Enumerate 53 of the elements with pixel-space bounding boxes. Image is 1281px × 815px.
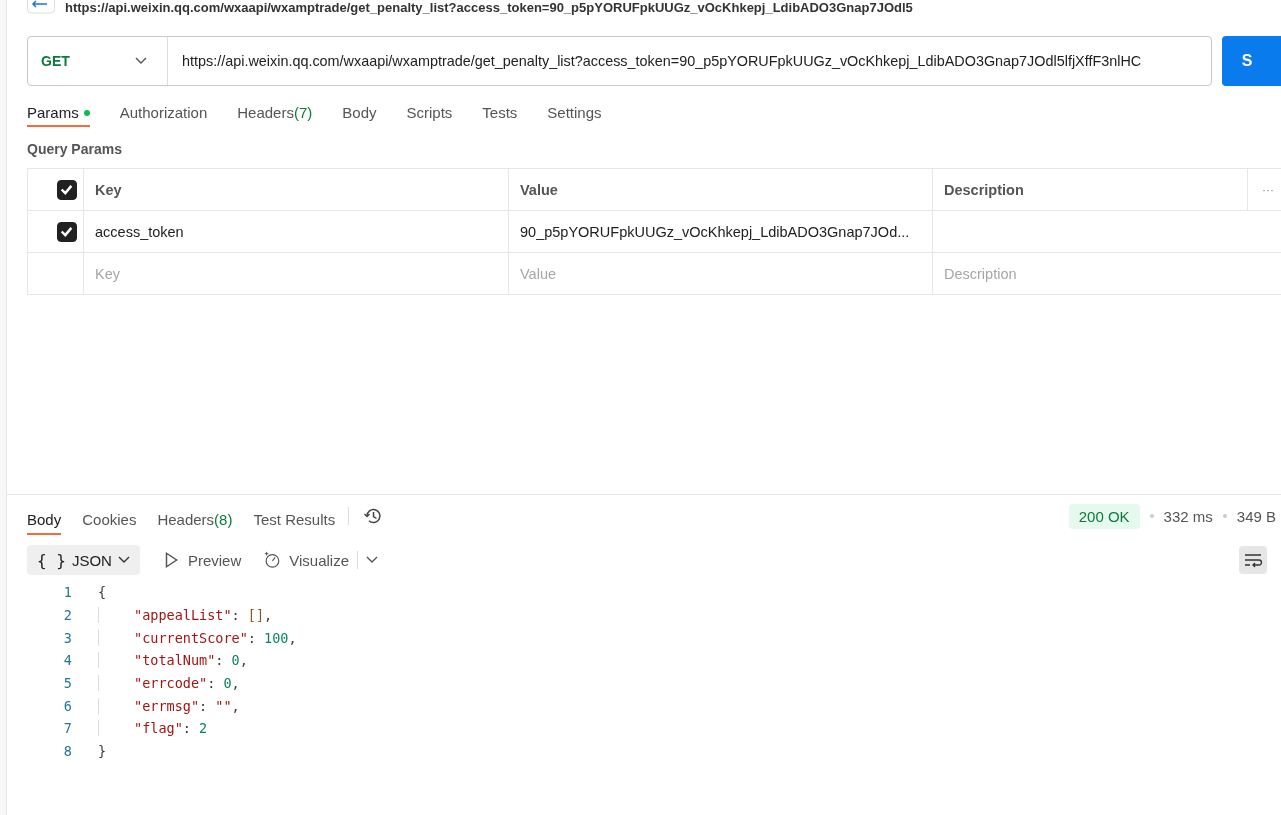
url-field[interactable]: https://api.weixin.qq.com/wxaapi/wxamptrade/get_penalty_list?access_token=90_p5pYORUFpkUUGz_vOcKhkepj_LdibADO3Gnap7JOdl5lfjXffF3nlHC xyxy=(168,53,1211,69)
caret-icon xyxy=(135,57,147,65)
code-line: "currentScore": 100, xyxy=(98,629,297,646)
format-dropdown[interactable]: { } JSON xyxy=(27,545,140,575)
response-tab[interactable]: Cookies xyxy=(82,509,137,535)
request-tab[interactable]: Body xyxy=(342,104,377,127)
response-time: 332 ms xyxy=(1163,507,1213,525)
code-line: "flag": 2 xyxy=(98,720,208,737)
column-header: Key xyxy=(95,181,122,198)
sparkle-gauge-icon xyxy=(263,551,282,569)
line-number: 1 xyxy=(62,584,72,601)
request-tab[interactable]: Settings xyxy=(547,104,602,127)
code-line: "totalNum": 0, xyxy=(98,652,248,669)
checkbox[interactable] xyxy=(57,179,77,200)
line-number: 7 xyxy=(62,720,72,737)
more-button[interactable]: ··· xyxy=(1262,182,1274,197)
code-line: "appealList": [], xyxy=(98,607,273,624)
line-number: 8 xyxy=(62,743,72,760)
request-tab[interactable]: Params xyxy=(27,104,90,127)
response-tab[interactable]: Body xyxy=(27,509,62,535)
column-header: Value xyxy=(520,181,558,198)
response-tab[interactable]: Headers(8) xyxy=(157,509,233,535)
request-tab[interactable]: Scripts xyxy=(406,104,453,127)
visualize-button[interactable]: Visualize xyxy=(289,551,350,569)
table-cell: access_token xyxy=(95,223,184,240)
history-icon[interactable] xyxy=(363,506,384,526)
wrap-lines-button[interactable] xyxy=(1239,546,1267,574)
request-tab[interactable]: Tests xyxy=(482,104,518,127)
method-dropdown[interactable]: GET xyxy=(28,37,168,85)
section-title: Query Params xyxy=(27,141,123,157)
line-number: 5 xyxy=(62,675,72,692)
code-line: { xyxy=(98,584,107,601)
request-tab[interactable]: Authorization xyxy=(119,104,208,127)
response-tab[interactable]: Test Results xyxy=(253,509,336,535)
caret-icon[interactable] xyxy=(366,556,379,564)
line-number: 4 xyxy=(62,652,72,669)
line-number: 2 xyxy=(62,607,72,624)
send-button[interactable]: S xyxy=(1221,36,1281,86)
line-number: 6 xyxy=(62,697,72,714)
table-cell: 90_p5pYORUFpkUUGz_vOcKhkepj_LdibADO3Gnap7JOd... xyxy=(520,223,910,240)
status-badge: 200 OK xyxy=(1068,503,1140,529)
checkbox[interactable] xyxy=(57,221,77,242)
caret-icon xyxy=(117,556,130,564)
wrap-lines-icon xyxy=(1243,552,1263,568)
code-line: "errcode": 0, xyxy=(98,675,240,692)
response-size: 349 B xyxy=(1236,507,1276,525)
line-number: 3 xyxy=(62,629,72,646)
request-title: https://api.weixin.qq.com/wxaapi/wxamptrade/get_penalty_list?access_token=90_p5pYORUFpkUUGz_vOcKhkepj_LdibADO3Gnap7JOdl5 xyxy=(65,0,913,15)
preview-button[interactable]: Preview xyxy=(187,551,242,569)
column-header: Description xyxy=(944,181,1024,198)
request-tab[interactable]: Headers(7) xyxy=(237,104,313,127)
code-line: "errmsg": "", xyxy=(98,697,240,714)
code-line: } xyxy=(98,743,107,760)
